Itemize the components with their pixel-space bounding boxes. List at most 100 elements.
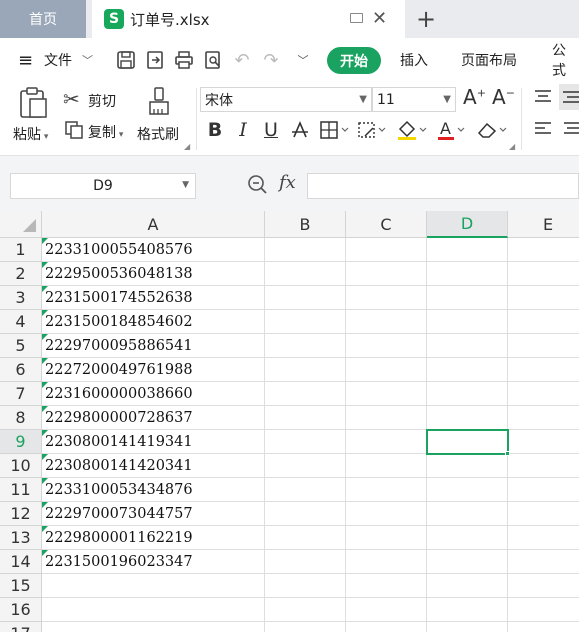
print-preview-icon[interactable] xyxy=(202,49,224,71)
row-header[interactable]: 17 xyxy=(0,622,42,632)
close-tab-icon[interactable]: ✕ xyxy=(372,8,387,29)
fill-handle[interactable] xyxy=(505,451,510,456)
cell-a13[interactable]: 2229800001162219 xyxy=(42,526,265,550)
cell-d13[interactable] xyxy=(427,526,508,550)
cell-d2[interactable] xyxy=(427,262,508,286)
cell-e9[interactable] xyxy=(508,430,579,454)
cell-c13[interactable] xyxy=(346,526,427,550)
row-header[interactable]: 12 xyxy=(0,502,42,526)
row-header[interactable]: 5 xyxy=(0,334,42,358)
menu-file[interactable]: 文件 xyxy=(44,38,72,82)
cell-e14[interactable] xyxy=(508,550,579,574)
eraser-icon[interactable] xyxy=(476,118,508,142)
ribbon-tab-formulas[interactable]: 公式 xyxy=(552,38,579,82)
row-header[interactable]: 10 xyxy=(0,454,42,478)
cell-b10[interactable] xyxy=(265,454,346,478)
format-painter-icon[interactable] xyxy=(147,86,173,122)
row-header[interactable]: 13 xyxy=(0,526,42,550)
font-color-icon[interactable]: A xyxy=(436,118,466,142)
cell-d7[interactable] xyxy=(427,382,508,406)
select-all-button[interactable] xyxy=(0,211,42,238)
paste-icon[interactable] xyxy=(18,87,48,123)
cell-b12[interactable] xyxy=(265,502,346,526)
ribbon-tab-page-layout[interactable]: 页面布局 xyxy=(461,38,517,82)
redo-icon[interactable]: ↷ xyxy=(260,49,282,71)
chevron-down-icon[interactable]: ﹀ xyxy=(82,38,93,82)
cell-e6[interactable] xyxy=(508,358,579,382)
cell-d12[interactable] xyxy=(427,502,508,526)
cell-a1[interactable]: 2233100055408576 xyxy=(42,238,265,262)
font-size-select[interactable]: 11 ▼ xyxy=(372,87,456,112)
cell-d6[interactable] xyxy=(427,358,508,382)
cell-b11[interactable] xyxy=(265,478,346,502)
row-header[interactable]: 14 xyxy=(0,550,42,574)
row-header[interactable]: 3 xyxy=(0,286,42,310)
cell-a10[interactable]: 2230800141420341 xyxy=(42,454,265,478)
cell-e8[interactable] xyxy=(508,406,579,430)
paste-button[interactable]: 粘贴 ▾ xyxy=(13,124,48,144)
cell-e15[interactable] xyxy=(508,574,579,598)
row-header[interactable]: 6 xyxy=(0,358,42,382)
borders-icon[interactable] xyxy=(319,118,349,142)
cell-d17[interactable] xyxy=(427,622,508,632)
cell-c14[interactable] xyxy=(346,550,427,574)
new-tab-button[interactable]: + xyxy=(410,3,442,35)
cell-e12[interactable] xyxy=(508,502,579,526)
row-header[interactable]: 11 xyxy=(0,478,42,502)
increase-font-icon[interactable]: A+ xyxy=(463,85,486,109)
ribbon-tab-insert[interactable]: 插入 xyxy=(400,38,428,82)
align-top-icon[interactable] xyxy=(533,88,553,110)
cell-b13[interactable] xyxy=(265,526,346,550)
cell-d14[interactable] xyxy=(427,550,508,574)
underline-button[interactable]: U xyxy=(261,118,281,142)
align-middle-icon[interactable] xyxy=(559,84,579,110)
cell-d15[interactable] xyxy=(427,574,508,598)
cell-b9[interactable] xyxy=(265,430,346,454)
cell-b8[interactable] xyxy=(265,406,346,430)
cell-b14[interactable] xyxy=(265,550,346,574)
cut-button[interactable]: 剪切 xyxy=(88,91,116,111)
cell-e16[interactable] xyxy=(508,598,579,622)
cell-a15[interactable] xyxy=(42,574,265,598)
cell-a9[interactable]: 2230800141419341 xyxy=(42,430,265,454)
cell-e5[interactable] xyxy=(508,334,579,358)
cell-c9[interactable] xyxy=(346,430,427,454)
cell-b6[interactable] xyxy=(265,358,346,382)
cell-c1[interactable] xyxy=(346,238,427,262)
cell-d4[interactable] xyxy=(427,310,508,334)
cell-e1[interactable] xyxy=(508,238,579,262)
cell-e10[interactable] xyxy=(508,454,579,478)
insert-function-button[interactable]: fx xyxy=(279,172,296,193)
cell-d10[interactable] xyxy=(427,454,508,478)
print-icon[interactable] xyxy=(173,49,195,71)
row-header[interactable]: 9 xyxy=(0,430,42,454)
cell-b5[interactable] xyxy=(265,334,346,358)
column-header-e[interactable]: E xyxy=(508,211,579,238)
cell-d16[interactable] xyxy=(427,598,508,622)
row-header[interactable]: 7 xyxy=(0,382,42,406)
cell-c5[interactable] xyxy=(346,334,427,358)
row-header[interactable]: 2 xyxy=(0,262,42,286)
cell-e7[interactable] xyxy=(508,382,579,406)
cell-c17[interactable] xyxy=(346,622,427,632)
cell-b16[interactable] xyxy=(265,598,346,622)
decrease-font-icon[interactable]: A− xyxy=(492,85,515,109)
cell-c16[interactable] xyxy=(346,598,427,622)
save-icon[interactable] xyxy=(115,49,137,71)
cell-a12[interactable]: 2229700073044757 xyxy=(42,502,265,526)
copy-icon[interactable] xyxy=(64,120,84,144)
align-left-icon[interactable] xyxy=(533,120,553,142)
cell-b2[interactable] xyxy=(265,262,346,286)
cell-d11[interactable] xyxy=(427,478,508,502)
cell-c2[interactable] xyxy=(346,262,427,286)
cell-c11[interactable] xyxy=(346,478,427,502)
ribbon-tab-start[interactable]: 开始 xyxy=(327,47,381,74)
fill-color-icon[interactable] xyxy=(396,118,428,142)
cell-style-icon[interactable] xyxy=(357,118,387,142)
italic-button[interactable]: I xyxy=(233,118,253,142)
row-header[interactable]: 4 xyxy=(0,310,42,334)
cell-b7[interactable] xyxy=(265,382,346,406)
scissors-icon[interactable]: ✂ xyxy=(63,87,80,111)
cell-d5[interactable] xyxy=(427,334,508,358)
cell-c15[interactable] xyxy=(346,574,427,598)
